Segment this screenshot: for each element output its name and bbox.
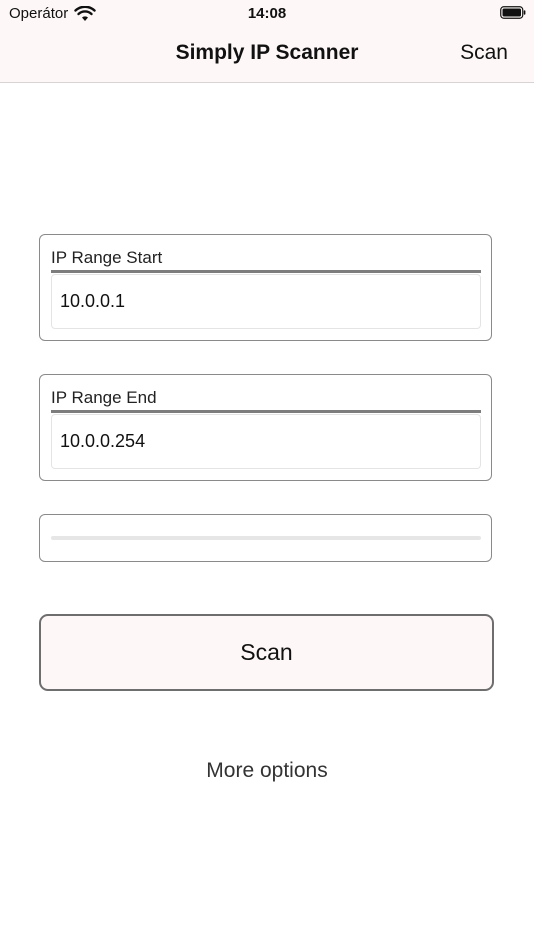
page-title: Simply IP Scanner xyxy=(175,41,359,64)
divider xyxy=(51,270,481,273)
scan-button[interactable]: Scan xyxy=(39,614,494,691)
scan-progress-bar xyxy=(51,536,481,540)
status-bar: Operátor 14:08 xyxy=(0,0,534,28)
ip-range-end-label: IP Range End xyxy=(51,388,157,407)
more-options-link[interactable]: More options xyxy=(0,759,534,783)
divider xyxy=(51,410,481,413)
scan-progress-card xyxy=(39,514,492,562)
navigation-bar: Simply IP Scanner Scan xyxy=(0,28,534,83)
ip-range-end-input[interactable] xyxy=(51,414,481,469)
battery-icon xyxy=(500,6,526,19)
nav-scan-button[interactable]: Scan xyxy=(460,41,508,65)
ip-range-end-card: IP Range End xyxy=(39,374,492,481)
status-time: 14:08 xyxy=(247,5,287,22)
ip-range-start-label: IP Range Start xyxy=(51,248,163,267)
ip-range-start-input[interactable] xyxy=(51,274,481,329)
ip-range-start-card: IP Range Start xyxy=(39,234,492,341)
